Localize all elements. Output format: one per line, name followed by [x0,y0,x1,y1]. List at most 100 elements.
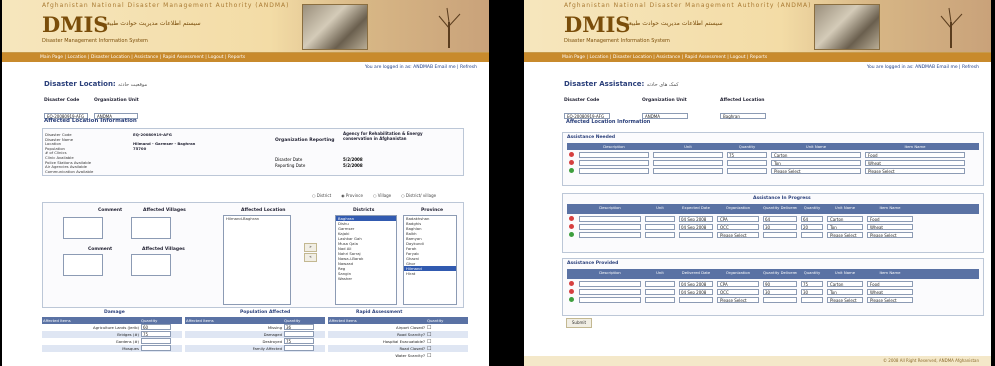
quantity-input[interactable] [727,168,767,174]
quantity-input[interactable] [801,232,823,238]
location-type-radio[interactable]: ○ District [312,193,331,198]
main-nav-right[interactable]: Main Page | Location | Disaster Location… [524,53,991,62]
listbox-option[interactable]: Hirat [404,271,456,276]
quantity-input[interactable]: 64 [801,216,823,222]
delivered-input[interactable]: 30 [763,224,797,230]
delivered-input[interactable] [763,232,797,238]
item-name-select[interactable]: Please Select [867,297,913,303]
organization-select[interactable]: Please Select [717,232,759,238]
quantity-input[interactable] [727,160,767,166]
unit-input[interactable] [653,152,723,158]
checkbox[interactable]: ☐ [427,339,431,345]
affected-villages-textarea-2[interactable] [131,254,171,276]
delivered-input[interactable]: 64 [763,216,797,222]
delete-row-icon[interactable] [569,152,574,157]
qty-input[interactable] [284,331,314,337]
delivered-input[interactable] [763,297,797,303]
listbox-option[interactable]: Hilmand-Baghran [224,216,290,221]
location-type-radio[interactable]: ◉ Province [341,193,363,198]
unit-name-select[interactable]: Please Select [827,232,863,238]
description-input[interactable] [579,281,641,287]
item-name-select[interactable]: Please Select [865,168,965,174]
item-name-select[interactable]: Food [867,216,913,222]
unit-input[interactable] [653,168,723,174]
qty-input[interactable] [141,338,171,344]
qty-input[interactable]: 60 [141,324,171,330]
item-name-select[interactable]: Wheat [867,289,913,295]
delete-row-icon[interactable] [569,216,574,221]
delete-row-icon[interactable] [569,281,574,286]
unit-name-select[interactable]: Ton [771,160,861,166]
unit-name-select[interactable]: Ton [827,289,863,295]
affected-location-select[interactable]: Baghran [720,113,766,119]
add-row-icon[interactable] [569,232,574,237]
unit-input[interactable] [653,160,723,166]
comment-textarea-2[interactable] [63,254,103,276]
main-nav[interactable]: Main Page | Location | Disaster Location… [2,53,489,62]
listbox-option[interactable]: Washer [336,276,396,281]
qty-input[interactable]: 75 [284,338,314,344]
location-type-radio[interactable]: ○ District/ village [401,193,436,198]
remove-location-button[interactable]: « [304,253,317,262]
delete-row-icon[interactable] [569,289,574,294]
qty-input[interactable]: 75 [141,331,171,337]
organization-select[interactable]: OCC [717,224,759,230]
checkbox[interactable]: ☐ [427,325,431,331]
user-links[interactable]: Email me | Refresh [937,65,979,70]
qty-input[interactable] [284,345,314,351]
qty-input[interactable] [141,345,171,351]
unit-name-select[interactable]: Carton [827,281,863,287]
add-row-icon[interactable] [569,297,574,302]
unit-input[interactable] [645,232,675,238]
item-name-select[interactable]: Wheat [867,224,913,230]
description-input[interactable] [579,152,649,158]
description-input[interactable] [579,216,641,222]
comment-textarea[interactable] [63,217,103,239]
qty-input[interactable]: 36 [284,324,314,330]
description-input[interactable] [579,289,641,295]
expected-date-input[interactable]: 04 Sep 2008 [679,224,713,230]
quantity-input[interactable]: 30 [801,289,823,295]
unit-input[interactable] [645,216,675,222]
item-name-select[interactable]: Food [865,152,965,158]
organization-select[interactable]: CPA [717,216,759,222]
quantity-input[interactable]: 75 [801,281,823,287]
quantity-input[interactable]: 75 [727,152,767,158]
unit-input[interactable] [645,289,675,295]
checkbox[interactable]: ☐ [427,332,431,338]
checkbox[interactable]: ☐ [427,353,431,359]
unit-name-select[interactable]: Please Select [771,168,861,174]
organization-select[interactable]: CPA [717,281,759,287]
delete-row-icon[interactable] [569,160,574,165]
description-input[interactable] [579,232,641,238]
organization-select[interactable]: Please Select [717,297,759,303]
affected-villages-textarea[interactable] [131,217,171,239]
district-listbox[interactable]: Baghran Dishu Garmser Kajaki Lashkar Gah Musa… [335,215,397,305]
affected-location-listbox[interactable]: Hilmand-Baghran [223,215,291,305]
add-location-button[interactable]: » [304,243,317,252]
location-type-radio[interactable]: ○ Village [373,193,391,198]
description-input[interactable] [579,224,641,230]
submit-button[interactable]: Submit [566,318,592,328]
expected-date-input[interactable]: 04 Sep 2008 [679,216,713,222]
unit-input[interactable] [645,224,675,230]
user-links[interactable]: Email me | Refresh [435,65,477,70]
delivered-date-input[interactable]: 04 Sep 2008 [679,289,713,295]
organization-select[interactable]: OCC [717,289,759,295]
unit-input[interactable] [645,297,675,303]
quantity-input[interactable]: 20 [801,224,823,230]
unit-name-select[interactable]: Please Select [827,297,863,303]
delivered-input[interactable]: 90 [763,281,797,287]
delete-row-icon[interactable] [569,224,574,229]
description-input[interactable] [579,297,641,303]
description-input[interactable] [579,168,649,174]
unit-name-select[interactable]: Ton [827,224,863,230]
quantity-input[interactable] [801,297,823,303]
unit-input[interactable] [645,281,675,287]
item-name-select[interactable]: Wheat [865,160,965,166]
add-row-icon[interactable] [569,168,574,173]
expected-date-input[interactable] [679,232,713,238]
checkbox[interactable]: ☐ [427,346,431,352]
item-name-select[interactable]: Please Select [867,232,913,238]
item-name-select[interactable]: Food [867,281,913,287]
